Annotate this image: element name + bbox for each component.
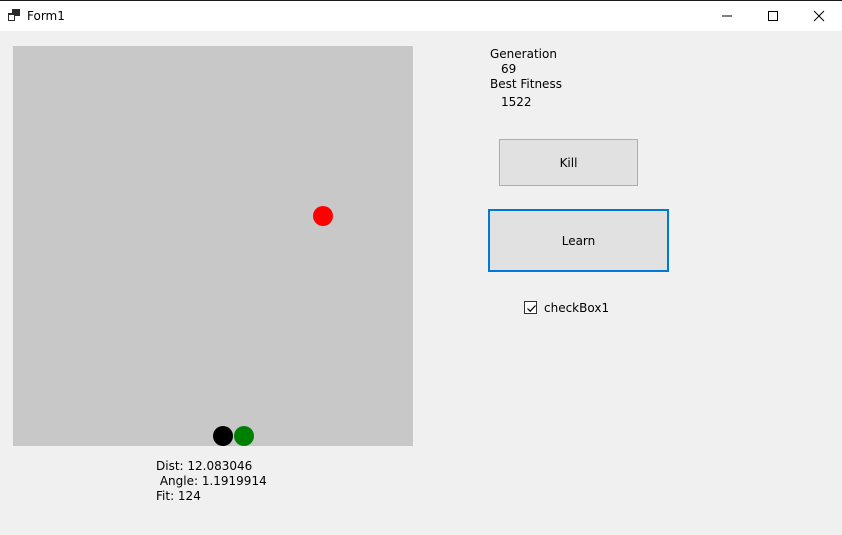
maximize-button[interactable]	[750, 1, 796, 31]
fit-readout: Fit: 124	[156, 489, 201, 503]
best-agent-ball	[234, 426, 254, 446]
simulation-canvas	[13, 46, 413, 446]
checkbox-label: checkBox1	[544, 301, 610, 315]
window-title: Form1	[27, 9, 65, 23]
generation-value: 69	[501, 62, 517, 76]
close-icon	[813, 10, 825, 22]
angle-readout: Angle: 1.1919914	[156, 474, 267, 488]
learn-button[interactable]: Learn	[488, 209, 669, 272]
target-ball	[313, 206, 333, 226]
minimize-button[interactable]	[704, 1, 750, 31]
kill-button[interactable]: Kill	[499, 139, 638, 186]
minimize-icon	[722, 15, 732, 17]
maximize-icon	[768, 11, 778, 21]
title-bar: Form1	[0, 0, 842, 31]
kill-button-label: Kill	[559, 155, 578, 170]
checkbox-box[interactable]	[524, 301, 537, 314]
best-fitness-value: 1522	[501, 95, 532, 109]
form-icon	[8, 9, 20, 21]
learn-button-label: Learn	[561, 233, 596, 248]
generation-label: Generation	[490, 47, 557, 61]
agent-ball	[213, 426, 233, 446]
best-fitness-label: Best Fitness	[490, 77, 562, 91]
dist-readout: Dist: 12.083046	[156, 459, 253, 473]
close-button[interactable]	[796, 1, 842, 31]
checkmark-icon	[527, 305, 536, 313]
